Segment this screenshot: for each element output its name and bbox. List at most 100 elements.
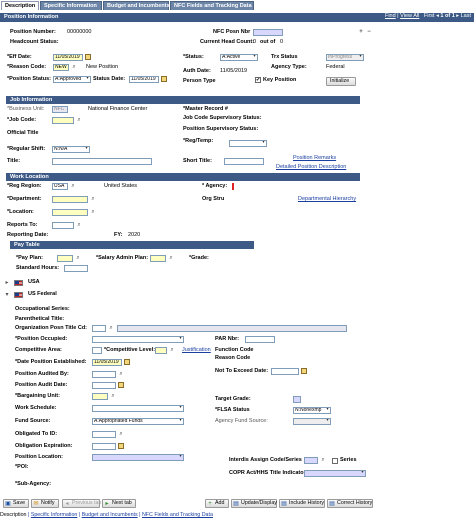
calendar-icon[interactable] — [118, 382, 124, 388]
out-of-label: out of — [260, 39, 276, 45]
search-icon[interactable]: ⌕ — [71, 64, 77, 70]
find-link[interactable]: Find — [385, 13, 396, 19]
bargaining-unit-input[interactable] — [92, 393, 108, 400]
position-remarks-link[interactable]: Position Remarks — [293, 155, 336, 162]
work-schedule-select[interactable] — [92, 405, 184, 412]
calendar-icon[interactable] — [301, 368, 307, 374]
agency-type-label: Agency Type: — [271, 64, 307, 70]
search-icon[interactable]: ⌕ — [118, 431, 124, 437]
bottom-tab-description[interactable]: Description — [0, 512, 27, 518]
calendar-icon[interactable] — [85, 54, 91, 60]
add-button[interactable]: + Add — [205, 499, 229, 508]
key-position-checkbox[interactable]: ✔ — [255, 77, 261, 83]
prev-icon[interactable]: ◂ — [436, 13, 439, 19]
departmental-hierarchy-link[interactable]: Departmental Hierarchy — [298, 196, 356, 203]
auth-date-value: 11/05/2019 — [220, 68, 248, 74]
next-icon[interactable]: ▸ — [456, 13, 459, 19]
search-icon[interactable]: ⌕ — [168, 255, 174, 261]
reason-code-input[interactable]: NEW — [53, 64, 69, 71]
search-icon[interactable]: ⌕ — [108, 325, 114, 331]
location-input[interactable] — [52, 209, 88, 216]
next-tab-button[interactable]: ▸ Next tab — [102, 499, 136, 508]
search-icon[interactable]: ⌕ — [75, 255, 81, 261]
update-display-button[interactable]: ▤ Update/Display — [231, 499, 277, 508]
calendar-icon[interactable] — [124, 359, 130, 365]
pay-plan-input[interactable] — [57, 255, 73, 262]
calendar-icon[interactable] — [161, 76, 167, 82]
tab-nfc-fields-tracking[interactable]: NFC Fields and Tracking Data — [170, 1, 254, 10]
notify-button[interactable]: ✉ Notify — [31, 499, 59, 508]
position-audit-date-input[interactable] — [92, 382, 116, 389]
view-all-link[interactable]: View All — [400, 13, 419, 19]
include-history-button[interactable]: ▤ Include History — [279, 499, 325, 508]
usa-label: USA — [28, 279, 40, 285]
fund-source-select[interactable]: A:Appropriated Funds — [92, 418, 184, 425]
last-link[interactable]: Last — [461, 13, 471, 19]
copr-select[interactable] — [304, 470, 366, 477]
search-icon[interactable]: ⌕ — [76, 222, 82, 228]
search-icon[interactable]: ⌕ — [76, 117, 82, 123]
first-link[interactable]: First — [424, 13, 435, 19]
date-position-established-input[interactable]: 11/05/2019 — [92, 359, 122, 366]
standard-hours-input[interactable] — [64, 265, 88, 272]
correct-history-button[interactable]: ▤ Correct History — [327, 499, 373, 508]
save-button[interactable]: ▣ Save — [3, 499, 29, 508]
status-date-label: Status Date: — [93, 76, 126, 82]
position-status-select[interactable]: A:Approved — [53, 76, 91, 83]
department-input[interactable] — [52, 196, 88, 203]
obligation-expiration-input[interactable] — [92, 443, 116, 450]
bottom-tab-nfc-fields-tracking[interactable]: NFC Fields and Tracking Data — [142, 512, 213, 518]
delete-row-icon[interactable]: − — [366, 29, 372, 35]
interdis-input[interactable] — [304, 457, 318, 464]
tab-budget-and-incumbents[interactable]: Budget and Incumbents — [103, 1, 170, 10]
status-date-input[interactable]: 11/05/2019 — [129, 76, 159, 83]
par-nbr-input[interactable] — [245, 336, 275, 343]
search-icon[interactable]: ⌕ — [169, 347, 175, 353]
search-icon[interactable]: ⌕ — [118, 371, 124, 377]
flsa-status-select[interactable]: N:Nonexmp — [293, 407, 331, 414]
tab-description[interactable]: Description — [1, 1, 39, 10]
series-checkbox[interactable] — [332, 458, 338, 464]
detailed-position-description-link[interactable]: Detailed Position Description — [276, 164, 346, 171]
search-icon[interactable]: ⌕ — [110, 393, 116, 399]
justification-link[interactable]: Justification — [182, 347, 211, 354]
expand-icon[interactable]: ▸ — [4, 280, 10, 286]
target-grade-input[interactable] — [293, 396, 301, 403]
not-to-exceed-input[interactable] — [271, 368, 299, 375]
search-icon[interactable]: ⌕ — [320, 457, 326, 463]
previous-tab-button[interactable]: ◂ Previous tab — [62, 499, 101, 508]
salary-admin-plan-input[interactable] — [150, 255, 166, 262]
bottom-tab-links: Description | Specific Information | Bud… — [0, 512, 213, 518]
bottom-tab-budget-and-incumbents[interactable]: Budget and Incumbents — [82, 512, 138, 518]
search-icon[interactable]: ⌕ — [70, 183, 76, 189]
nfc-posn-nbr-input[interactable] — [253, 29, 283, 36]
position-location-select[interactable] — [92, 454, 184, 461]
tab-specific-information[interactable]: Specific Information — [40, 1, 102, 10]
reason-code-desc: New Position — [86, 64, 119, 70]
job-code-input[interactable] — [52, 117, 74, 124]
bottom-tab-specific-information[interactable]: Specific Information — [31, 512, 78, 518]
short-title-input[interactable] — [224, 158, 264, 165]
initialize-button[interactable]: Initialize — [326, 77, 356, 86]
competitive-area-input[interactable] — [92, 347, 102, 354]
regular-shift-select[interactable]: N:N/A — [52, 146, 90, 153]
collapse-icon[interactable]: ▾ — [4, 292, 10, 298]
position-audited-by-input[interactable] — [92, 371, 116, 378]
status-select[interactable]: A:Active — [220, 54, 258, 61]
org-posn-title-cd-input[interactable] — [92, 325, 106, 332]
search-icon[interactable]: ⌕ — [90, 196, 96, 202]
trx-status-select[interactable]: InProgress — [326, 54, 364, 61]
calendar-icon[interactable] — [118, 443, 124, 449]
save-icon: ▣ — [5, 501, 11, 507]
add-row-icon[interactable]: + — [358, 29, 364, 35]
eff-date-input[interactable]: 11/05/2019 — [53, 54, 83, 61]
reg-temp-select[interactable] — [229, 140, 267, 147]
reports-to-input[interactable] — [52, 222, 74, 229]
title-input[interactable] — [52, 158, 152, 165]
add-icon: + — [208, 501, 212, 507]
competitive-level-input[interactable] — [155, 347, 167, 354]
obligated-to-id-input[interactable] — [92, 431, 116, 438]
search-icon[interactable]: ⌕ — [90, 209, 96, 215]
reg-region-input[interactable]: USA — [52, 183, 68, 190]
position-occupied-select[interactable] — [92, 336, 184, 343]
